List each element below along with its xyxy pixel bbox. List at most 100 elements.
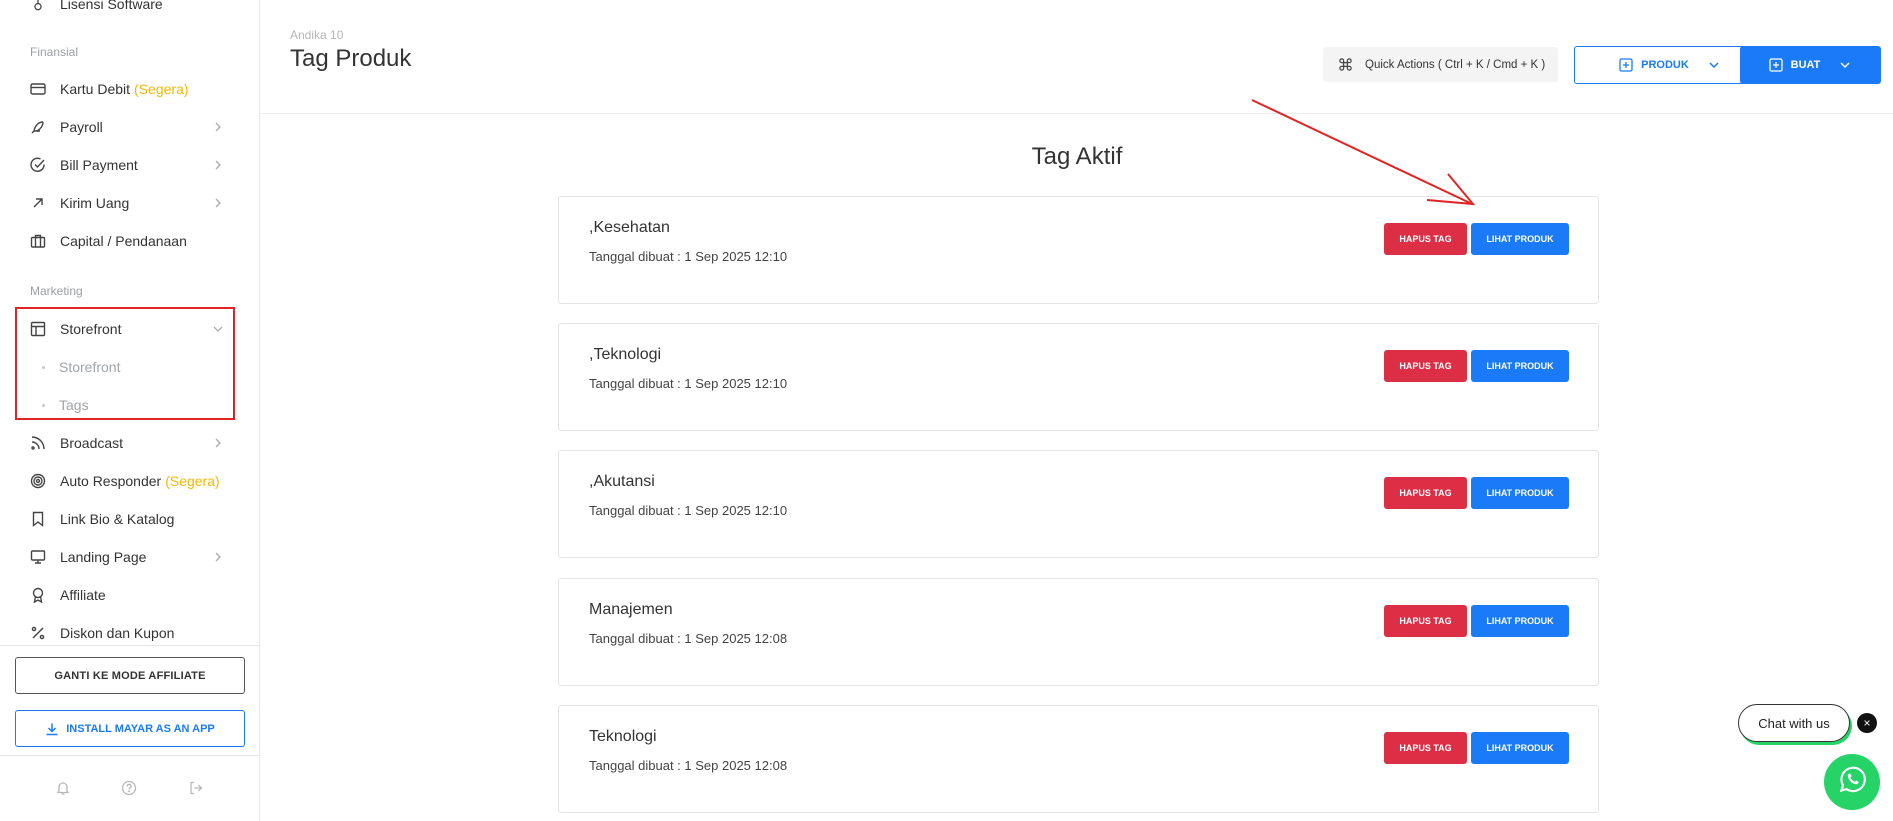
tag-card: ,Teknologi Tanggal dibuat : 1 Sep 2025 1… [558, 323, 1599, 431]
feather-icon [30, 119, 46, 135]
tag-card: Teknologi Tanggal dibuat : 1 Sep 2025 12… [558, 705, 1599, 813]
sidebar-item-label: Bill Payment [60, 157, 138, 173]
sidebar-item-storefront[interactable]: Storefront [0, 310, 259, 348]
tag-created-date: Tanggal dibuat : 1 Sep 2025 12:10 [589, 503, 788, 518]
view-products-button[interactable]: LIHAT PRODUK [1471, 223, 1569, 255]
help-icon[interactable] [121, 780, 137, 796]
bookmark-icon [30, 511, 46, 527]
arrow-up-right-icon [30, 195, 46, 211]
sidebar-item-bill-payment[interactable]: Bill Payment [0, 146, 259, 184]
chevron-down-icon [211, 322, 225, 336]
chevron-down-icon [1838, 58, 1852, 72]
sidebar-item-affiliate[interactable]: Affiliate [0, 576, 259, 614]
tag-card: Manajemen Tanggal dibuat : 1 Sep 2025 12… [558, 578, 1599, 686]
install-app-label: INSTALL MAYAR AS AN APP [66, 722, 215, 735]
tag-name: ,Kesehatan [589, 219, 670, 236]
sidebar-subitem-storefront[interactable]: Storefront [0, 348, 259, 386]
page-header: Andika 10 Tag Produk Quick Actions ( Ctr… [261, 0, 1893, 114]
tag-created-date: Tanggal dibuat : 1 Sep 2025 12:10 [589, 376, 788, 391]
sidebar-item-lisensi-software[interactable]: Lisensi Software [0, 0, 259, 23]
chat-close-button[interactable]: × [1857, 713, 1877, 733]
chat-with-us-bubble[interactable]: Chat with us [1738, 704, 1850, 742]
delete-tag-button[interactable]: HAPUS TAG [1384, 732, 1467, 764]
percent-icon [30, 625, 46, 641]
chevron-right-icon [211, 436, 225, 450]
chevron-right-icon [211, 196, 225, 210]
view-products-button[interactable]: LIHAT PRODUK [1471, 732, 1569, 764]
install-app-button[interactable]: INSTALL MAYAR AS AN APP [15, 710, 245, 747]
award-icon [30, 587, 46, 603]
tag-name: ,Teknologi [589, 346, 662, 363]
sidebar-item-label: Kartu Debit [60, 81, 131, 97]
tag-created-date: Tanggal dibuat : 1 Sep 2025 12:08 [589, 758, 788, 773]
sidebar-item-broadcast[interactable]: Broadcast [0, 424, 259, 462]
sidebar-item-kartu-debit[interactable]: Kartu Debit (Segera) [0, 70, 259, 108]
sidebar-item-auto-responder[interactable]: Auto Responder (Segera) [0, 462, 259, 500]
sidebar-item-link-bio[interactable]: Link Bio & Katalog [0, 500, 259, 538]
tag-card: ,Kesehatan Tanggal dibuat : 1 Sep 2025 1… [558, 196, 1599, 304]
sidebar-subitem-label: Tags [59, 397, 89, 413]
delete-tag-button[interactable]: HAPUS TAG [1384, 477, 1467, 509]
command-icon [1338, 57, 1353, 72]
coming-soon-badge: (Segera) [134, 81, 189, 97]
plus-square-icon [1619, 58, 1633, 72]
section-label-finansial: Finansial [30, 45, 79, 59]
download-icon [45, 722, 59, 736]
sidebar-item-label: Link Bio & Katalog [60, 511, 175, 527]
logout-icon[interactable] [188, 780, 204, 796]
bell-icon[interactable] [55, 780, 71, 796]
sidebar-footer [0, 780, 259, 796]
section-title: Tag Aktif [1031, 143, 1123, 170]
chevron-right-icon [211, 158, 225, 172]
chevron-right-icon [211, 550, 225, 564]
whatsapp-icon [1835, 763, 1869, 802]
delete-tag-button[interactable]: HAPUS TAG [1384, 350, 1467, 382]
sidebar-item-label: Broadcast [60, 435, 124, 451]
section-label-marketing: Marketing [30, 284, 83, 298]
coming-soon-badge: (Segera) [165, 473, 220, 489]
target-icon [30, 473, 46, 489]
sidebar-item-diskon[interactable]: Diskon dan Kupon [0, 614, 259, 652]
produk-label: PRODUK [1641, 59, 1689, 71]
sidebar-item-landing-page[interactable]: Landing Page [0, 538, 259, 576]
tag-name: Teknologi [589, 728, 657, 745]
view-products-button[interactable]: LIHAT PRODUK [1471, 350, 1569, 382]
produk-dropdown-button[interactable]: PRODUK [1574, 46, 1766, 84]
tag-card: ,Akutansi Tanggal dibuat : 1 Sep 2025 12… [558, 450, 1599, 558]
delete-tag-button[interactable]: HAPUS TAG [1384, 605, 1467, 637]
chevron-down-icon [1707, 58, 1721, 72]
view-products-button[interactable]: LIHAT PRODUK [1471, 605, 1569, 637]
buat-dropdown-button[interactable]: BUAT [1740, 46, 1881, 84]
sidebar-item-capital[interactable]: Capital / Pendanaan [0, 222, 259, 260]
credit-card-icon [30, 81, 46, 97]
key-icon [30, 0, 46, 12]
sidebar-item-payroll[interactable]: Payroll [0, 108, 259, 146]
sidebar-subitem-tags[interactable]: Tags [0, 386, 259, 424]
briefcase-icon [30, 233, 46, 249]
sidebar-subitem-label: Storefront [59, 359, 121, 375]
quick-actions-button[interactable]: Quick Actions ( Ctrl + K / Cmd + K ) [1323, 47, 1558, 82]
sidebar: Lisensi Software Finansial Kartu Debit (… [0, 0, 260, 821]
sidebar-divider [0, 755, 259, 756]
sidebar-item-label: Payroll [60, 119, 103, 135]
sidebar-item-label: Landing Page [60, 549, 147, 565]
page-title: Tag Produk [290, 45, 412, 72]
tag-created-date: Tanggal dibuat : 1 Sep 2025 12:10 [589, 249, 788, 264]
switch-affiliate-mode-button[interactable]: GANTI KE MODE AFFILIATE [15, 657, 245, 694]
sidebar-item-label: Storefront [60, 321, 122, 337]
bullet-dot [42, 403, 45, 407]
sidebar-item-kirim-uang[interactable]: Kirim Uang [0, 184, 259, 222]
check-circle-icon [30, 157, 46, 173]
rss-icon [30, 435, 46, 451]
tag-name: Manajemen [589, 601, 673, 618]
whatsapp-chat-button[interactable] [1824, 754, 1880, 810]
delete-tag-button[interactable]: HAPUS TAG [1384, 223, 1467, 255]
sidebar-item-label: Capital / Pendanaan [60, 233, 187, 249]
sidebar-item-label: Kirim Uang [60, 195, 130, 211]
plus-square-icon [1768, 58, 1783, 72]
view-products-button[interactable]: LIHAT PRODUK [1471, 477, 1569, 509]
monitor-icon [30, 549, 46, 565]
chevron-right-icon [211, 120, 225, 134]
sidebar-item-label: Diskon dan Kupon [60, 625, 175, 641]
breadcrumb: Andika 10 [290, 28, 344, 42]
